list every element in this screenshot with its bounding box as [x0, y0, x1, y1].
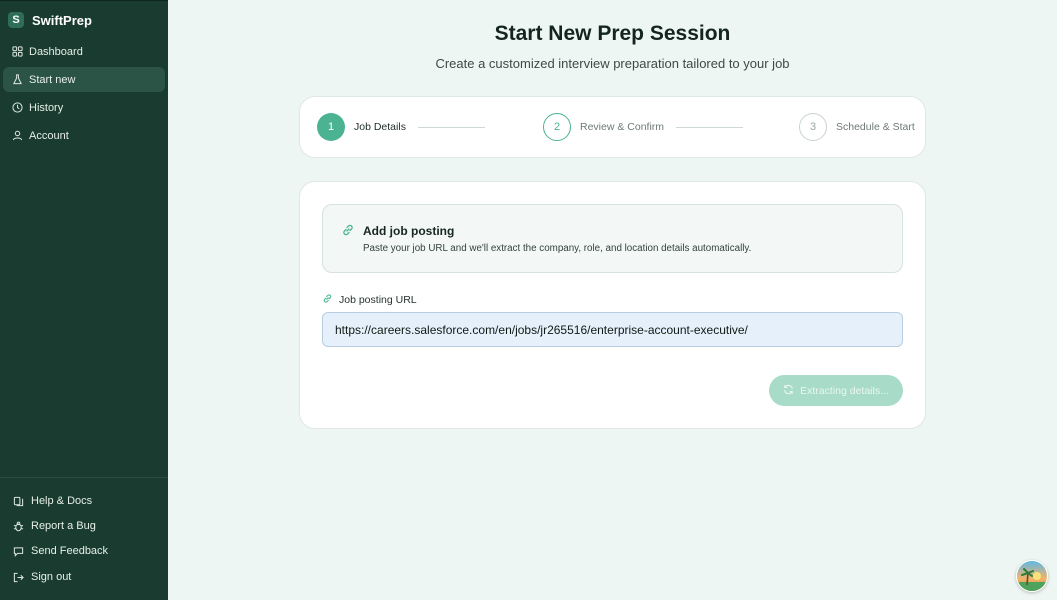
sidebar: S SwiftPrep Dashboard Start new History … — [0, 0, 168, 600]
progress-stepper: 1 Job Details 2 Review & Confirm 3 Sched… — [299, 96, 926, 158]
flask-icon — [11, 74, 23, 86]
sidebar-item-label: Start new — [29, 73, 76, 86]
page-title: Start New Prep Session — [494, 22, 731, 45]
step-schedule-start[interactable]: 3 Schedule & Start — [799, 113, 915, 141]
step-job-details[interactable]: 1 Job Details — [317, 113, 485, 141]
extract-details-button[interactable]: Extracting details... — [769, 375, 903, 406]
sidebar-item-label: Dashboard — [29, 45, 83, 58]
app-name: SwiftPrep — [32, 12, 92, 28]
sidebar-item-label: Account — [29, 129, 69, 142]
bug-icon — [12, 520, 24, 532]
sidebar-nav: Dashboard Start new History Account — [0, 39, 168, 148]
help-docs-link[interactable]: Help & Docs — [0, 491, 168, 511]
grid-icon — [11, 46, 23, 58]
extract-button-label: Extracting details... — [800, 384, 889, 397]
url-field-label: Job posting URL — [339, 294, 417, 306]
step-number: 2 — [543, 113, 571, 141]
assistant-avatar[interactable] — [1016, 560, 1048, 592]
sign-out-icon — [12, 571, 24, 583]
swiftprep-logo-icon: S — [8, 12, 24, 28]
sidebar-footer: Help & Docs Report a Bug Send Feedback S… — [0, 477, 168, 592]
step-label: Schedule & Start — [836, 121, 915, 133]
sidebar-item-history[interactable]: History — [3, 95, 165, 120]
step-number: 3 — [799, 113, 827, 141]
refresh-icon — [783, 384, 794, 398]
step-label: Review & Confirm — [580, 121, 665, 133]
step-connector — [417, 126, 485, 128]
step-label: Job Details — [354, 121, 406, 133]
link-icon — [322, 291, 333, 309]
sidebar-item-label: History — [29, 101, 64, 114]
clock-icon — [11, 102, 23, 114]
message-icon — [12, 545, 24, 557]
step-connector — [676, 126, 744, 128]
job-posting-card: Add job posting Paste your job URL and w… — [299, 181, 926, 429]
sidebar-item-dashboard[interactable]: Dashboard — [3, 39, 165, 64]
sidebar-item-start-new[interactable]: Start new — [3, 67, 165, 92]
sign-out-button[interactable]: Sign out — [0, 567, 168, 587]
job-url-input[interactable] — [322, 312, 903, 347]
brand[interactable]: S SwiftPrep — [0, 1, 168, 39]
info-title: Add job posting — [363, 224, 455, 238]
send-feedback-link[interactable]: Send Feedback — [0, 541, 168, 561]
user-icon — [11, 130, 23, 142]
sign-out-label: Sign out — [31, 571, 72, 583]
step-review-confirm[interactable]: 2 Review & Confirm — [543, 113, 744, 141]
main-content: Start New Prep Session Create a customiz… — [168, 0, 1057, 600]
send-feedback-label: Send Feedback — [31, 545, 109, 557]
book-icon — [12, 495, 24, 507]
page-subtitle: Create a customized interview preparatio… — [435, 56, 790, 71]
sidebar-item-account[interactable]: Account — [3, 123, 165, 148]
report-bug-label: Report a Bug — [31, 520, 96, 532]
help-docs-label: Help & Docs — [31, 495, 93, 507]
step-number: 1 — [317, 113, 345, 141]
link-icon — [341, 223, 355, 237]
url-field-label-row: Job posting URL — [322, 291, 417, 309]
job-posting-info-box: Add job posting Paste your job URL and w… — [322, 204, 903, 273]
report-bug-link[interactable]: Report a Bug — [0, 516, 168, 536]
info-description: Paste your job URL and we'll extract the… — [363, 243, 752, 254]
